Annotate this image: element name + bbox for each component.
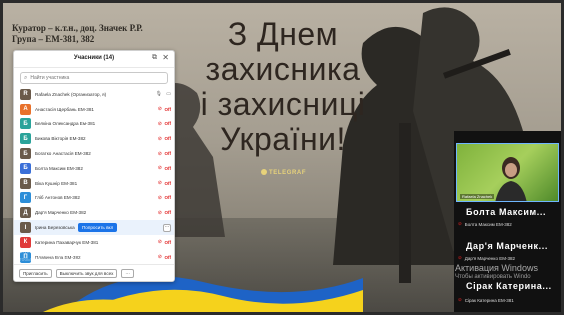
participant-row[interactable]: Д Дар'я Марченко ЕМ-382 ⊘ Off [14, 205, 174, 220]
speaker-panel: Rafaela Znachek Болта Максим... ⊘ Болта М… [454, 131, 561, 312]
row-more-button[interactable]: ··· [163, 223, 171, 232]
windows-activation-watermark-right: Активация Windows [455, 263, 538, 273]
telegraf-logo-icon [261, 169, 267, 175]
participant-row[interactable]: Б Бикова Вікторія ЕМ-382 ⊘ Off [14, 131, 174, 146]
mic-off-icon[interactable]: ⊘ [158, 165, 162, 171]
popout-icon[interactable]: ⧉ [152, 54, 157, 62]
camera-icon[interactable]: ▭ [166, 91, 171, 97]
mic-off-icon[interactable]: ⊘ [158, 180, 162, 186]
mic-off-icon[interactable]: ⊘ [158, 121, 162, 127]
avatar: Б [20, 133, 31, 145]
mic-off-icon[interactable]: ⊘ [158, 151, 162, 157]
avatar: Г [20, 192, 31, 204]
video-name-label: Rafaela Znachek [460, 194, 495, 199]
avatar: Б [20, 118, 31, 130]
curator-caption: Куратор – к.т.н., доц. Значек Р.Р. Група… [12, 23, 212, 45]
participant-name: Rafaela Znachek (Организатор, я) [35, 91, 107, 97]
invite-button[interactable]: Пригласить [19, 268, 52, 278]
mute-all-button[interactable]: Выключить звук для всех [55, 268, 118, 278]
participant-list: R Rafaela Znachek (Организатор, я) 🎙 ▭ А Анас… [14, 87, 174, 265]
avatar: В [20, 177, 31, 189]
avatar: Б [20, 162, 31, 174]
speaker-label-text: Дар'я Марченко ЕМ-382 [464, 255, 515, 261]
video-tile[interactable]: Rafaela Znachek [456, 143, 559, 202]
participant-row[interactable]: Б Белкіна Олександра Ем-381 ⊘ Off [14, 117, 174, 132]
participant-name: Анастасія Щербань ЕМ-381 [35, 106, 94, 112]
participant-name: Болта Максим ЕМ-382 [35, 165, 83, 171]
search-box[interactable]: ⌕ [20, 72, 168, 84]
camera-off-icon[interactable]: Off [165, 166, 172, 171]
avatar: Д [20, 207, 31, 219]
telegraf-watermark: TELEGRAF [261, 169, 306, 176]
participant-name: Віка Кушнір ЕМ-381 [35, 180, 78, 186]
camera-off-icon[interactable]: Off [165, 121, 172, 126]
speaker-name-large: Сірак Катерина... [466, 281, 552, 291]
search-icon: ⌕ [24, 74, 28, 81]
windows-activation-watermark: Активация Windows [16, 248, 81, 255]
participant-name: Гліб Антонов ЕМ-382 [35, 195, 80, 201]
mic-off-icon[interactable]: ⊘ [158, 195, 162, 201]
windows-activation-subtext-right: Чтобы активировать Windo [455, 274, 531, 280]
avatar: К [20, 236, 31, 248]
participant-name: Катерина Пахаварчук ЕМ-381 [35, 239, 99, 245]
ask-to-unmute-button[interactable]: Попросить вкл [78, 223, 118, 233]
camera-off-icon[interactable]: Off [165, 136, 172, 141]
speaker-name-large: Болта Максим... [466, 207, 547, 217]
speaker-label: ⊘ Сірак Катерина ЕМ-381 [458, 297, 514, 303]
avatar: І [20, 222, 31, 234]
participant-name: Бикова Вікторія ЕМ-382 [35, 136, 86, 142]
participant-name: Белкіна Олександра Ем-381 [35, 121, 96, 127]
curator-line: Куратор – к.т.н., доц. Значек Р.Р. [12, 23, 143, 33]
participant-name: Богатко Анастасія ЕМ-382 [35, 151, 91, 157]
mic-off-icon[interactable]: ⊘ [158, 239, 162, 245]
speaker-label: ⊘ Болта Максим ЕМ-382 [458, 221, 512, 227]
mic-icon[interactable]: 🎙 [156, 91, 162, 97]
participant-row[interactable]: R Rafaela Znachek (Организатор, я) 🎙 ▭ [14, 87, 174, 102]
headline-line: захисника [205, 51, 361, 87]
avatar: Б [20, 148, 31, 160]
avatar: А [20, 103, 31, 115]
panel-footer: Пригласить Выключить звук для всех ··· [14, 264, 174, 281]
camera-off-icon[interactable]: Off [165, 181, 172, 186]
headline-line: України! [220, 121, 346, 157]
close-icon[interactable]: ✕ [162, 53, 169, 62]
watermark-text: TELEGRAF [269, 170, 307, 176]
mic-off-icon: ⊘ [458, 221, 462, 226]
participant-row[interactable]: А Анастасія Щербань ЕМ-381 ⊘ Off [14, 102, 174, 117]
headline-line: З Днем [227, 16, 339, 52]
participant-row[interactable]: В Віка Кушнір ЕМ-381 ⊘ Off [14, 176, 174, 191]
mic-off-icon[interactable]: ⊘ [158, 136, 162, 142]
mic-off-icon[interactable]: ⊘ [158, 106, 162, 112]
speaker-label-text: Сірак Катерина ЕМ-381 [464, 297, 514, 303]
windows-activation-subtext: Чтобы активировать Windows, перейдите в [16, 257, 117, 263]
slide-headline: З Днем захисника і захисниці України! [198, 17, 368, 157]
participant-row[interactable]: І Ірина Березовська Попросить вкл ··· [14, 220, 174, 235]
mic-off-icon[interactable]: ⊘ [158, 254, 162, 260]
speaker-name-large: Дар'я Марченк... [466, 241, 548, 251]
participant-row[interactable]: Б Богатко Анастасія ЕМ-382 ⊘ Off [14, 146, 174, 161]
panel-title: Учасники (14) [73, 55, 115, 61]
participant-row[interactable]: Г Гліб Антонов ЕМ-382 ⊘ Off [14, 191, 174, 206]
mic-off-icon[interactable]: ⊘ [158, 210, 162, 216]
speaker-label: ⊘ Дар'я Марченко ЕМ-382 [458, 255, 515, 261]
camera-off-icon[interactable]: Off [165, 255, 172, 260]
camera-off-icon[interactable]: Off [165, 195, 172, 200]
participant-row[interactable]: Б Болта Максим ЕМ-382 ⊘ Off [14, 161, 174, 176]
participant-name: Дар'я Марченко ЕМ-382 [35, 210, 87, 216]
camera-off-icon[interactable]: Off [165, 107, 172, 112]
camera-off-icon[interactable]: Off [165, 210, 172, 215]
avatar: R [20, 88, 31, 100]
speaker-label-text: Болта Максим ЕМ-382 [464, 221, 512, 227]
more-options-button[interactable]: ··· [121, 268, 134, 278]
camera-off-icon[interactable]: Off [165, 240, 172, 245]
mic-off-icon: ⊘ [458, 297, 462, 302]
search-input[interactable] [30, 75, 151, 81]
mic-off-icon: ⊘ [458, 255, 462, 260]
camera-off-icon[interactable]: Off [165, 151, 172, 156]
group-line: Група – ЕМ-381, 382 [12, 34, 95, 44]
panel-header: Учасники (14) ⧉ ✕ [14, 51, 174, 68]
headline-line: і захисниці [200, 86, 366, 122]
